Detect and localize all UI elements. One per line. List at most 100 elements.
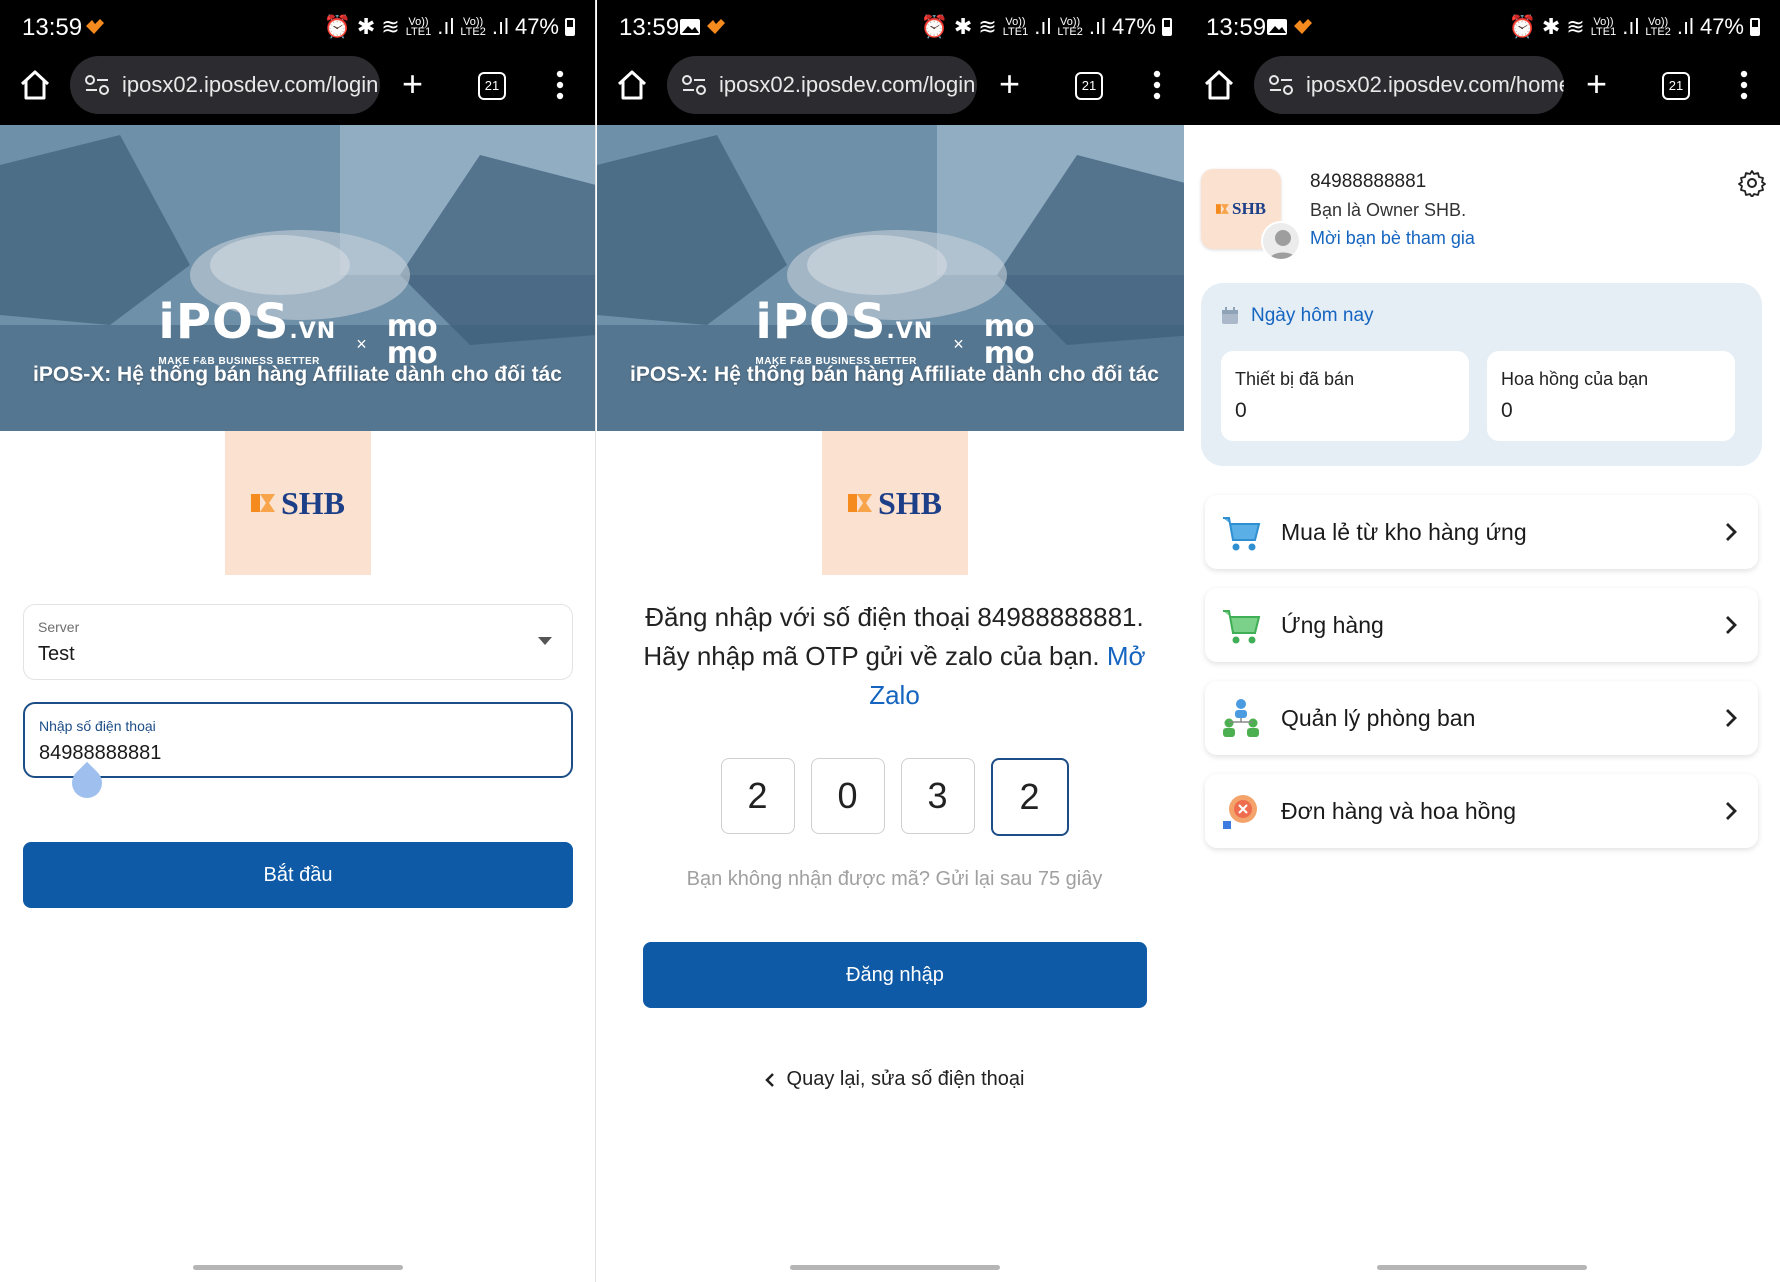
gallery-icon — [680, 19, 700, 35]
status-icons: ⏰ ✱ ≋ Vo)) LTE1 .ıl Vo)) LTE2 .ıl 47% — [1508, 14, 1760, 40]
bluetooth-icon: ✱ — [356, 14, 376, 39]
menu-advance-goods[interactable]: Ứng hàng — [1205, 588, 1758, 662]
menu-orders-commission[interactable]: Đơn hàng và hoa hồng — [1205, 774, 1758, 848]
site-settings-icon[interactable] — [84, 74, 110, 96]
wifi-icon: ≋ — [381, 14, 400, 39]
lte1-signal-icon: Vo)) LTE1 — [405, 16, 432, 38]
server-label: Server — [38, 619, 80, 635]
status-time: 13:59 — [22, 14, 83, 41]
menu-retail-from-stock[interactable]: Mua lẻ từ kho hàng ứng — [1205, 495, 1758, 569]
partner-separator: × — [356, 334, 367, 354]
lte1-signal-icon: Vo)) LTE1 — [1590, 16, 1617, 38]
site-settings-icon[interactable] — [681, 74, 707, 96]
menu-department-management[interactable]: Quản lý phòng ban — [1205, 681, 1758, 755]
ipos-logo: iPOS.VN MAKE F&B BUSINESS BETTER — [755, 294, 934, 367]
server-value: Test — [38, 643, 75, 665]
lte1-signal-icon: Vo)) LTE1 — [1002, 16, 1029, 38]
signal-bars-icon-2: .ıl — [1676, 14, 1694, 39]
status-time: 13:59 — [1206, 14, 1267, 41]
shb-logo: SHB — [822, 431, 968, 575]
chevron-down-icon[interactable] — [538, 637, 552, 645]
stat-devices-sold: Thiết bị đã bán 0 — [1221, 351, 1469, 441]
gesture-bar[interactable] — [192, 1265, 403, 1270]
battery-percent: 47% — [514, 14, 559, 39]
tab-switcher-button[interactable]: 21 — [1662, 72, 1690, 100]
lte2-signal-icon: Vo)) LTE2 — [460, 16, 486, 38]
resend-countdown: Bạn không nhận được mã? Gửi lại sau 75 g… — [686, 868, 1103, 890]
chevron-right-icon — [1726, 802, 1737, 820]
phone-otp-screen: 13:59 ⏰ ✱ ≋ Vo)) LTE1 .ıl Vo)) LTE2 .ıl 47… — [597, 0, 1193, 1282]
more-menu-icon[interactable] — [1740, 70, 1748, 100]
home-icon[interactable] — [615, 68, 649, 102]
notification-heart-icon — [1294, 19, 1312, 34]
partner-logos: iPOS.VN MAKE F&B BUSINESS BETTER × mo mo — [0, 294, 595, 371]
status-icons: ⏰ ✱ ≋ Vo)) LTE1 .ıl Vo)) LTE2 .ıl 47% — [920, 14, 1172, 40]
battery-icon — [1162, 18, 1172, 36]
wifi-icon: ≋ — [1566, 14, 1585, 39]
screenshot-root: 13:59 ⏰ ✱ ≋ Vo)) LTE1 .ıl Vo)) LTE2 .ıl 47… — [0, 0, 1780, 1282]
address-bar[interactable]: iposx02.iposdev.com/login — [70, 56, 380, 114]
tab-switcher-button[interactable]: 21 — [478, 72, 506, 100]
address-bar[interactable]: iposx02.iposdev.com/home — [1254, 56, 1564, 114]
signal-bars-icon-2: .ıl — [1088, 14, 1106, 39]
calendar-icon — [1222, 307, 1238, 324]
new-tab-button[interactable]: + — [402, 66, 423, 102]
otp-digit-4[interactable]: 2 — [990, 758, 1069, 836]
shb-mark-icon — [1215, 204, 1229, 214]
lte2-signal-icon: Vo)) LTE2 — [1645, 16, 1671, 38]
address-bar[interactable]: iposx02.iposdev.com/login — [667, 56, 977, 114]
shb-mark-icon — [847, 494, 872, 512]
battery-percent: 47% — [1111, 14, 1156, 39]
banner-caption: iPOS-X: Hệ thống bán hàng Affiliate dành… — [630, 363, 1159, 386]
back-edit-phone-link[interactable]: Quay lại, sửa số điện thoại — [597, 1068, 1192, 1091]
wifi-icon: ≋ — [978, 14, 997, 39]
phone-input[interactable]: Nhập số điện thoại 84988888881 — [23, 702, 573, 778]
momo-logo: mo mo — [386, 309, 438, 371]
lte2-signal-icon: Vo)) LTE2 — [1057, 16, 1083, 38]
new-tab-button[interactable]: + — [1586, 66, 1607, 102]
otp-input-group: 2 0 3 2 — [597, 758, 1192, 836]
server-select[interactable]: Server Test — [23, 604, 573, 680]
otp-instructions: Đăng nhập với số điện thoại 84988888881.… — [643, 602, 1146, 710]
banner-caption: iPOS-X: Hệ thống bán hàng Affiliate dành… — [33, 363, 562, 386]
start-button[interactable]: Bắt đầu — [23, 842, 573, 908]
status-icons: ⏰ ✱ ≋ Vo)) LTE1 .ıl Vo)) LTE2 .ıl 47% — [323, 14, 575, 40]
gear-icon[interactable] — [1738, 169, 1766, 197]
battery-icon — [1750, 18, 1760, 36]
team-icon — [1223, 699, 1259, 737]
shb-logo: SHB — [225, 431, 371, 575]
chevron-right-icon — [1726, 616, 1737, 634]
site-settings-icon[interactable] — [1268, 74, 1294, 96]
invite-friends-link[interactable]: Mời bạn bè tham gia — [1310, 228, 1475, 249]
more-menu-icon[interactable] — [556, 70, 564, 100]
otp-digit-1[interactable]: 2 — [720, 758, 795, 834]
signal-bars-icon: .ıl — [1622, 14, 1640, 39]
phone-label: Nhập số điện thoại — [39, 718, 156, 734]
login-button[interactable]: Đăng nhập — [643, 942, 1147, 1008]
chevron-right-icon — [1726, 709, 1737, 727]
ipos-logo: iPOS.VN MAKE F&B BUSINESS BETTER — [158, 294, 337, 367]
otp-digit-3[interactable]: 3 — [900, 758, 975, 834]
otp-digit-2[interactable]: 0 — [810, 758, 885, 834]
new-tab-button[interactable]: + — [999, 66, 1020, 102]
alarm-icon: ⏰ — [323, 14, 351, 39]
browser-chrome: 13:59 ⏰ ✱ ≋ Vo)) LTE1 .ıl Vo)) LTE2 .ıl 47… — [597, 0, 1192, 125]
gesture-bar[interactable] — [1377, 1265, 1587, 1270]
home-icon[interactable] — [18, 68, 52, 102]
phone-home-screen: 13:59 ⏰ ✱ ≋ Vo)) LTE1 .ıl Vo)) LTE2 .ıl 47… — [1184, 0, 1780, 1282]
chevron-left-icon — [764, 1072, 774, 1087]
url-text: iposx02.iposdev.com/home — [1306, 72, 1564, 97]
status-time: 13:59 — [619, 14, 680, 41]
more-menu-icon[interactable] — [1153, 70, 1161, 100]
tab-switcher-button[interactable]: 21 — [1075, 72, 1103, 100]
today-title: Ngày hôm nay — [1221, 305, 1374, 327]
gallery-icon — [1267, 19, 1287, 35]
notification-heart-icon — [86, 19, 104, 34]
cart-blue-icon — [1223, 517, 1261, 551]
user-avatar-icon[interactable] — [1261, 221, 1301, 261]
partner-logos: iPOS.VN MAKE F&B BUSINESS BETTER × mo mo — [597, 294, 1192, 369]
alarm-icon: ⏰ — [920, 14, 948, 39]
home-icon[interactable] — [1202, 68, 1236, 102]
gesture-bar[interactable] — [789, 1265, 1000, 1270]
browser-chrome: 13:59 ⏰ ✱ ≋ Vo)) LTE1 .ıl Vo)) LTE2 .ıl 47… — [1184, 0, 1780, 125]
